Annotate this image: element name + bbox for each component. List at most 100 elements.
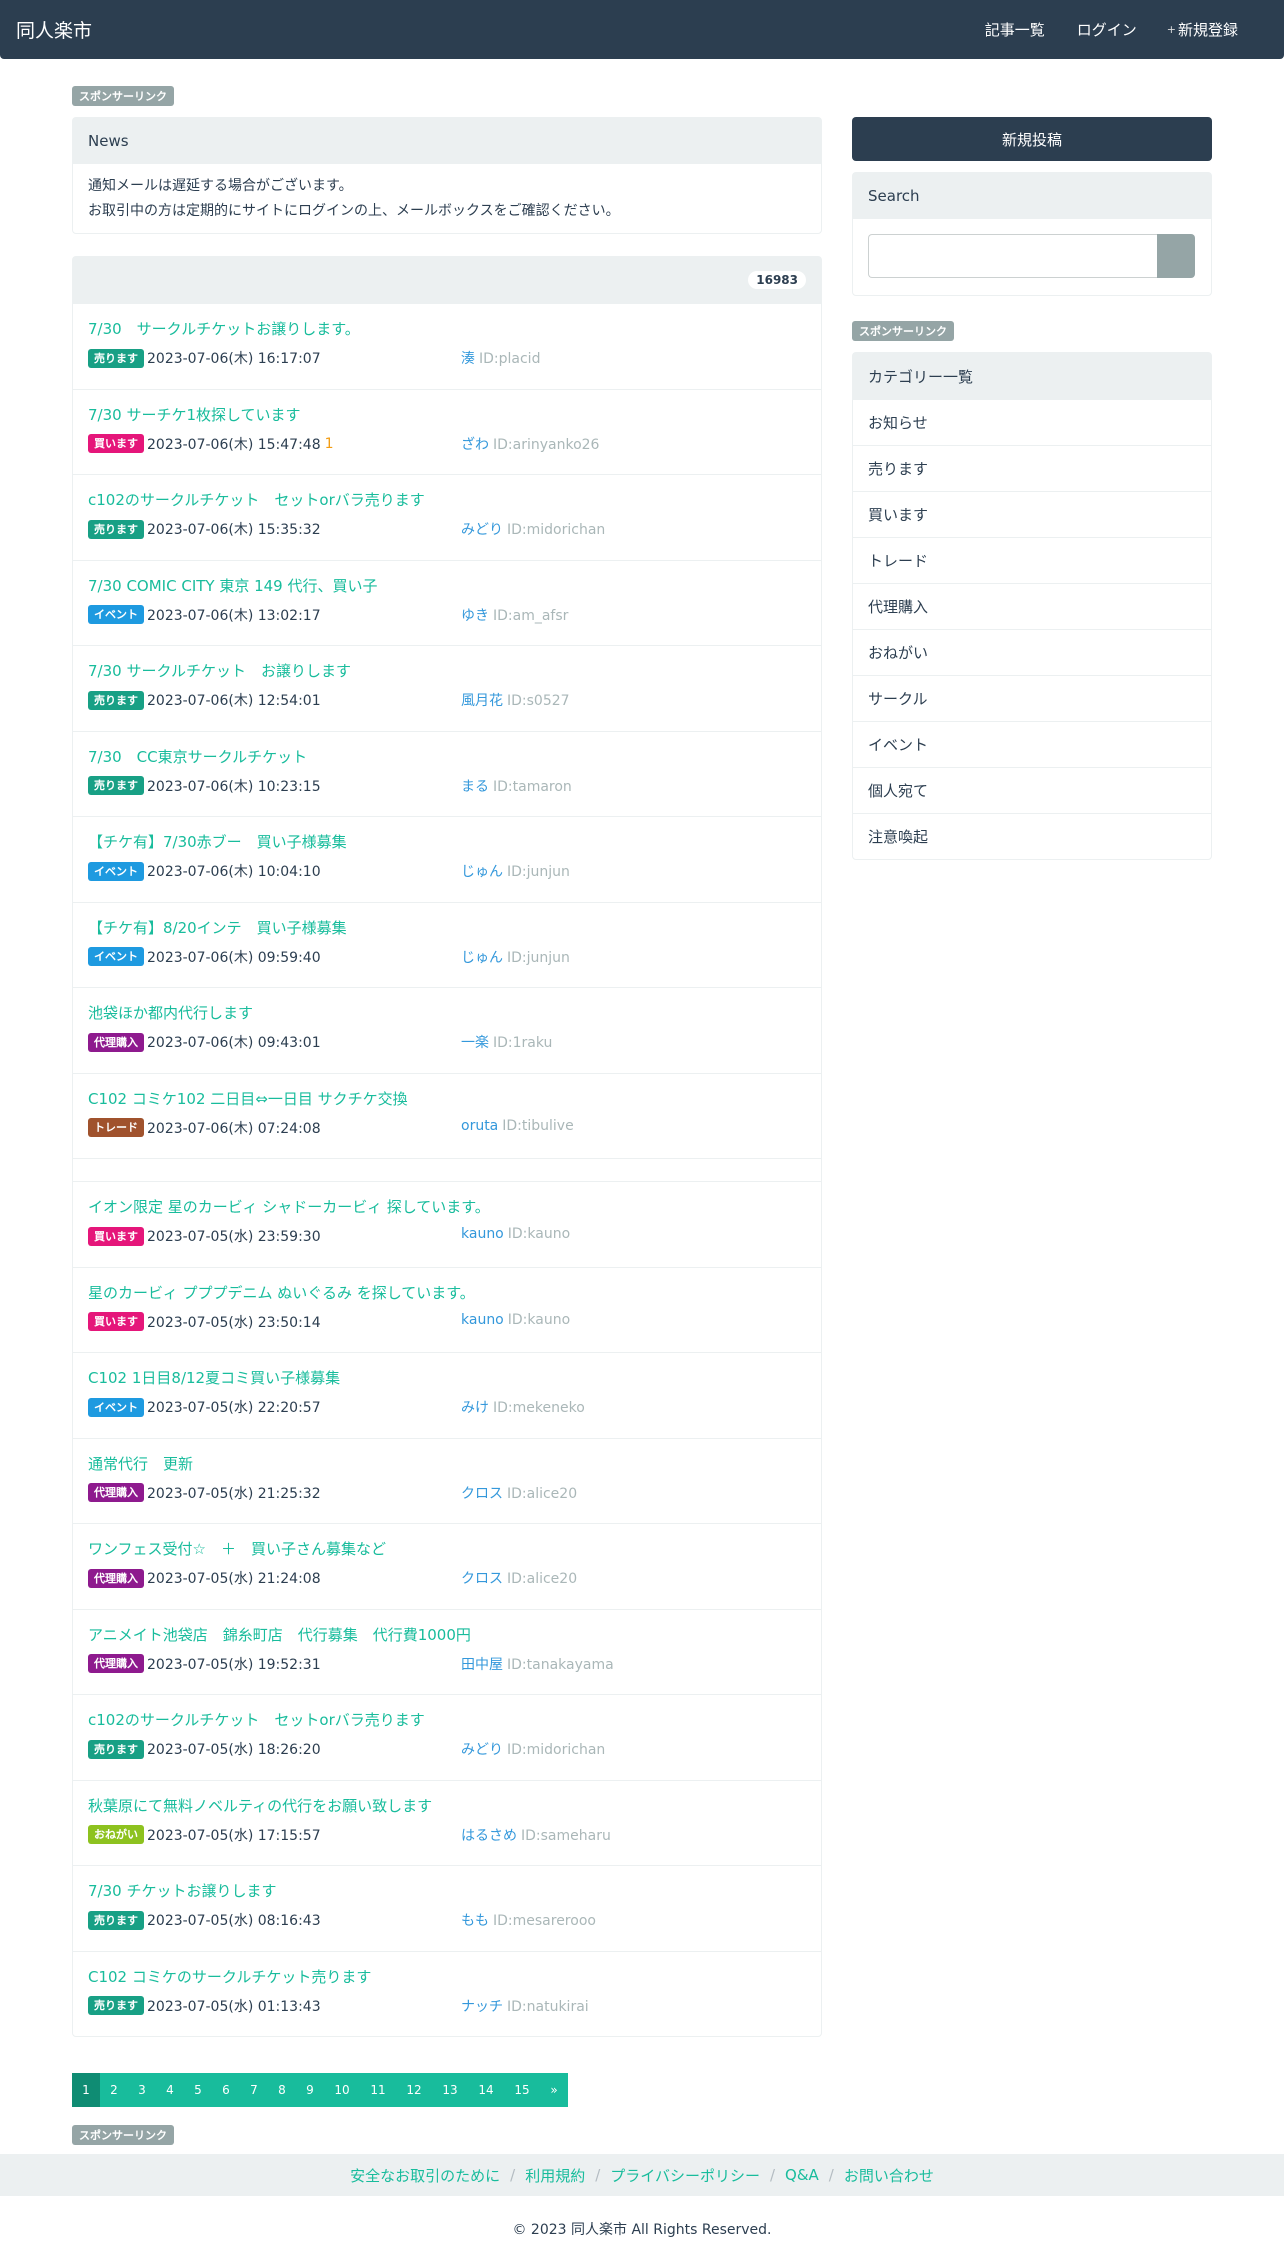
post-title-link[interactable]: ワンフェス受付☆ ＋ 買い子さん募集など <box>88 1538 386 1559</box>
post-author: 田中屋 ID:tanakayama <box>461 1654 614 1674</box>
page-14-button[interactable]: 14 <box>468 2073 504 2107</box>
post-row: C102 1日目8/12夏コミ買い子様募集 イベント 2023-07-05(水) 2… <box>73 1352 821 1438</box>
category-item[interactable]: サークル <box>853 675 1211 721</box>
post-title-link[interactable]: 通常代行 更新 <box>88 1453 193 1474</box>
author-link[interactable]: ざわ <box>461 437 489 453</box>
post-row: c102のサークルチケット セットorバラ売ります 売ります 2023-07-06(… <box>73 474 821 560</box>
author-link[interactable]: クロス <box>461 1486 503 1502</box>
page-9-button[interactable]: 9 <box>296 2073 324 2107</box>
category-panel: カテゴリー一覧 お知らせ 売ります 買います トレード 代理購入 おねがい サークル イベント… <box>852 352 1212 860</box>
footer-link[interactable]: 利用規約 <box>525 2165 585 2186</box>
footer-link[interactable]: Q&A <box>785 2166 819 2184</box>
category-item[interactable]: 買います <box>853 491 1211 537</box>
post-title-link[interactable]: 7/30 サークルチケット お譲りします <box>88 660 351 681</box>
category-item[interactable]: 注意喚起 <box>853 813 1211 859</box>
page-11-button[interactable]: 11 <box>360 2073 396 2107</box>
site-brand[interactable]: 同人楽市 <box>16 16 92 43</box>
category-item[interactable]: 代理購入 <box>853 583 1211 629</box>
category-item[interactable]: おねがい <box>853 629 1211 675</box>
page-6-button[interactable]: 6 <box>212 2073 240 2107</box>
post-title-link[interactable]: 星のカービィ プププデニム ぬいぐるみ を探しています。 <box>88 1282 475 1303</box>
category-item[interactable]: 個人宛て <box>853 767 1211 813</box>
nav-articles-link[interactable]: 記事一覧 <box>983 19 1045 40</box>
footer-link[interactable]: 安全なお取引のために <box>350 2165 500 2186</box>
post-title-link[interactable]: 7/30 チケットお譲りします <box>88 1880 276 1901</box>
page-10-button[interactable]: 10 <box>324 2073 360 2107</box>
page-2-button[interactable]: 2 <box>100 2073 128 2107</box>
author-link[interactable]: 一楽 <box>461 1035 489 1051</box>
post-author: oruta ID:tibulive <box>461 1118 574 1134</box>
author-link[interactable]: oruta <box>461 1118 498 1134</box>
post-meta: イベント 2023-07-05(水) 22:20:57 <box>88 1397 321 1417</box>
author-link[interactable]: もも <box>461 1913 489 1929</box>
search-icon[interactable] <box>1157 234 1195 278</box>
author-id: ID:tanakayama <box>507 1656 614 1673</box>
page-13-button[interactable]: 13 <box>432 2073 468 2107</box>
author-link[interactable]: 風月花 <box>461 693 503 709</box>
author-link[interactable]: はるさめ <box>461 1828 517 1844</box>
footer-link[interactable]: お問い合わせ <box>844 2165 934 2186</box>
post-row: 7/30 チケットお譲りします売ります 2023-07-05(水) 08:16:4… <box>73 1865 821 1951</box>
author-link[interactable]: みけ <box>461 1400 489 1416</box>
page-4-button[interactable]: 4 <box>156 2073 184 2107</box>
author-link[interactable]: みどり <box>461 522 503 538</box>
post-title-link[interactable]: 池袋ほか都内代行します <box>88 1002 253 1023</box>
page-15-button[interactable]: 15 <box>504 2073 540 2107</box>
author-link[interactable]: ナッチ <box>461 1999 503 2015</box>
post-title-link[interactable]: アニメイト池袋店 錦糸町店 代行募集 代行費1000円 <box>88 1624 471 1645</box>
post-date: 2023-07-06(木) 07:24:08 <box>147 1120 321 1137</box>
author-link[interactable]: じゅん <box>461 950 503 966</box>
category-item[interactable]: イベント <box>853 721 1211 767</box>
post-title-link[interactable]: C102 1日目8/12夏コミ買い子様募集 <box>88 1367 340 1388</box>
category-badge: 売ります <box>88 690 144 710</box>
search-input[interactable] <box>868 234 1157 278</box>
category-item[interactable]: お知らせ <box>853 399 1211 445</box>
post-title-link[interactable]: 7/30 サーチケ1枚探しています <box>88 404 301 425</box>
author-link[interactable]: みどり <box>461 1742 503 1758</box>
page-7-button[interactable]: 7 <box>240 2073 268 2107</box>
post-title-link[interactable]: 7/30 サークルチケットお譲りします。 <box>88 318 360 339</box>
author-link[interactable]: kauno <box>461 1312 504 1328</box>
post-title-link[interactable]: c102のサークルチケット セットorバラ売ります <box>88 489 425 510</box>
category-item[interactable]: 売ります <box>853 445 1211 491</box>
post-title-link[interactable]: 7/30 COMIC CITY 東京 149 代行、買い子 <box>88 575 378 596</box>
post-date: 2023-07-05(水) 08:16:43 <box>147 1913 321 1929</box>
post-date: 2023-07-06(木) 09:59:40 <box>147 949 321 966</box>
page-8-button[interactable]: 8 <box>268 2073 296 2107</box>
post-title-link[interactable]: c102のサークルチケット セットorバラ売ります <box>88 1709 425 1730</box>
post-row: c102のサークルチケット セットorバラ売ります 売ります 2023-07-05(… <box>73 1694 821 1780</box>
author-link[interactable]: 湊 <box>461 351 475 367</box>
author-link[interactable]: 田中屋 <box>461 1657 503 1673</box>
author-link[interactable]: クロス <box>461 1571 503 1587</box>
post-row: 星のカービィ プププデニム ぬいぐるみ を探しています。 買います 2023-07-… <box>73 1266 821 1353</box>
post-date: 2023-07-06(木) 15:47:48 <box>147 436 321 453</box>
post-title-link[interactable]: C102 コミケのサークルチケット売ります <box>88 1966 371 1987</box>
page-12-button[interactable]: 12 <box>396 2073 432 2107</box>
author-link[interactable]: ゆき <box>461 608 489 624</box>
post-title-link[interactable]: 7/30 CC東京サークルチケット <box>88 746 307 767</box>
author-link[interactable]: まる <box>461 779 489 795</box>
post-date: 2023-07-05(水) 18:26:20 <box>147 1742 321 1758</box>
page-1-button[interactable]: 1 <box>72 2073 100 2107</box>
footer-link[interactable]: プライバシーポリシー <box>610 2165 760 2186</box>
page-5-button[interactable]: 5 <box>184 2073 212 2107</box>
post-title-link[interactable]: 秋葉原にて無料ノベルティの代行をお願い致します <box>88 1795 432 1816</box>
author-link[interactable]: kauno <box>461 1226 504 1242</box>
posts-day-separator <box>73 1158 821 1181</box>
next-page-button[interactable]: » <box>540 2073 568 2107</box>
post-title-link[interactable]: C102 コミケ102 二日目⇔一日目 サクチケ交換 <box>88 1088 408 1109</box>
page-3-button[interactable]: 3 <box>128 2073 156 2107</box>
news-title: News <box>73 118 821 164</box>
nav-login-link[interactable]: ログイン <box>1075 19 1137 40</box>
author-link[interactable]: じゅん <box>461 864 503 880</box>
post-title-link[interactable]: イオン限定 星のカービィ シャドーカービィ 探しています。 <box>88 1196 490 1217</box>
post-title-link[interactable]: 【チケ有】8/20インテ 買い子様募集 <box>88 917 347 938</box>
news-line: 通知メールは遅延する場合がございます。 <box>88 178 353 194</box>
nav-register-link[interactable]: + 新規登録 <box>1167 19 1238 40</box>
post-author: ゆき ID:am_afsr <box>461 605 568 625</box>
new-post-button[interactable]: 新規投稿 <box>852 117 1212 161</box>
post-title-link[interactable]: 【チケ有】7/30赤ブー 買い子様募集 <box>88 831 347 852</box>
category-item[interactable]: トレード <box>853 537 1211 583</box>
post-meta: 売ります 2023-07-05(水) 08:16:43 <box>88 1910 321 1930</box>
news-line: お取引中の方は定期的にサイトにログインの上、メールボックスをご確認ください。 <box>88 203 620 219</box>
